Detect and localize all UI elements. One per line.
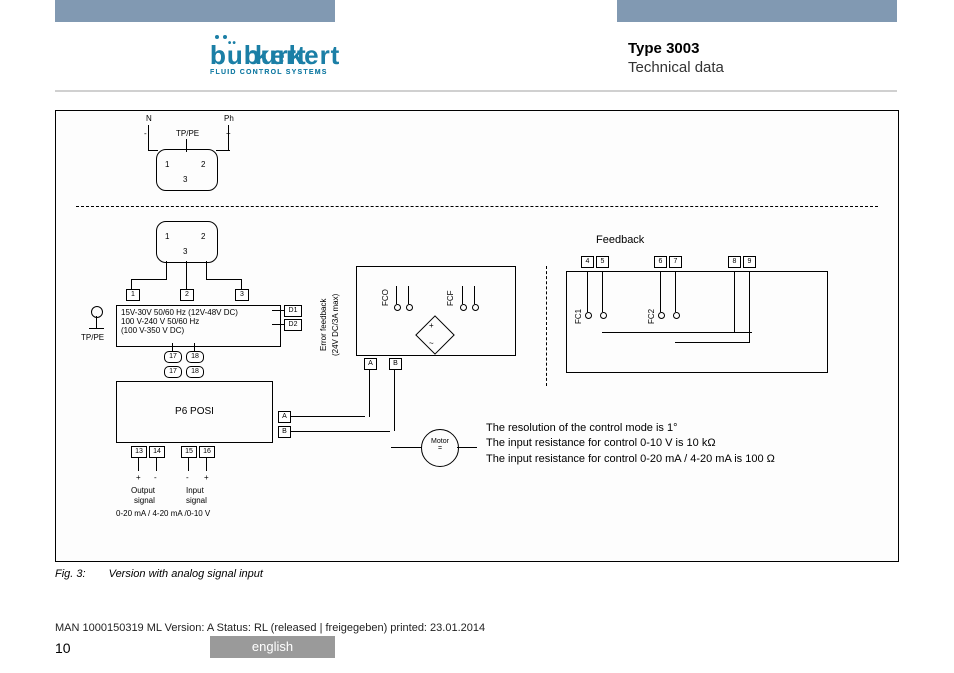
t13: 13 (131, 446, 147, 458)
term-1: 1 (126, 289, 140, 301)
fco-fcf-block: + ~ FCO FCF (356, 266, 516, 356)
footer-meta: MAN 1000150319 ML Version: A Status: RL … (55, 622, 485, 634)
t18b: 18 (186, 366, 204, 378)
language-badge: english (210, 636, 335, 658)
dashed-divider (76, 206, 878, 207)
termB2: B (389, 358, 402, 370)
d1-box: D1 (284, 305, 302, 317)
t18a: 18 (186, 351, 204, 363)
fb8: 8 (728, 256, 741, 268)
fb5: 5 (596, 256, 609, 268)
label-TPPE-top: TP/PE (176, 129, 199, 138)
errfb2-label: (24V DC/3A max) (331, 271, 340, 356)
resolution-notes: The resolution of the control mode is 1°… (486, 421, 876, 467)
t16: 16 (199, 446, 215, 458)
fb4: 4 (581, 256, 594, 268)
motor: Motor = (421, 429, 459, 467)
figure-caption: Fig. 3: Version with analog signal input (55, 568, 263, 580)
t17b: 17 (164, 366, 182, 378)
header-tab-left (55, 0, 335, 22)
power-box: 15V-30V 50/60 Hz (12V-48V DC) 100 V-240 … (116, 305, 281, 347)
termB1: B (278, 426, 291, 438)
fb7: 7 (669, 256, 682, 268)
term-2: 2 (180, 289, 194, 301)
p6-box: P6 POSI (116, 381, 273, 443)
circuit-diagram: N Ph - TP/PE + 1 2 3 1 2 3 (55, 110, 899, 562)
feedback-label: Feedback (596, 234, 644, 246)
label-TPPE-left: TP/PE (81, 333, 104, 342)
t14: 14 (149, 446, 165, 458)
header-tab-right (617, 0, 897, 22)
connector-top: 1 2 3 (156, 149, 218, 191)
label-Ph: Ph (224, 114, 234, 123)
errfb-label: Error feedback (319, 276, 328, 351)
t17a: 17 (164, 351, 182, 363)
title-line1: Type 3003 (628, 40, 724, 57)
term-3: 3 (235, 289, 249, 301)
termA1: A (278, 411, 291, 423)
page-number: 10 (55, 640, 71, 656)
fb6: 6 (654, 256, 667, 268)
page-title: Type 3003 Technical data (628, 40, 724, 76)
label-N: N (146, 114, 152, 123)
fb9: 9 (743, 256, 756, 268)
connector-lower: 1 2 3 (156, 221, 218, 263)
brand-logo: bu••rkert FLUID CONTROL SYSTEMS (210, 40, 328, 76)
header-divider (55, 90, 897, 92)
t15: 15 (181, 446, 197, 458)
page: buburkert FLUID CONTROL SYSTEMS bu••rker… (0, 0, 954, 673)
minus-icon: - (144, 129, 147, 138)
title-line2: Technical data (628, 59, 724, 76)
termA2: A (364, 358, 377, 370)
ground-icon (91, 306, 103, 318)
fc-block: FC1 FC2 (566, 271, 828, 373)
d2-box: D2 (284, 319, 302, 331)
